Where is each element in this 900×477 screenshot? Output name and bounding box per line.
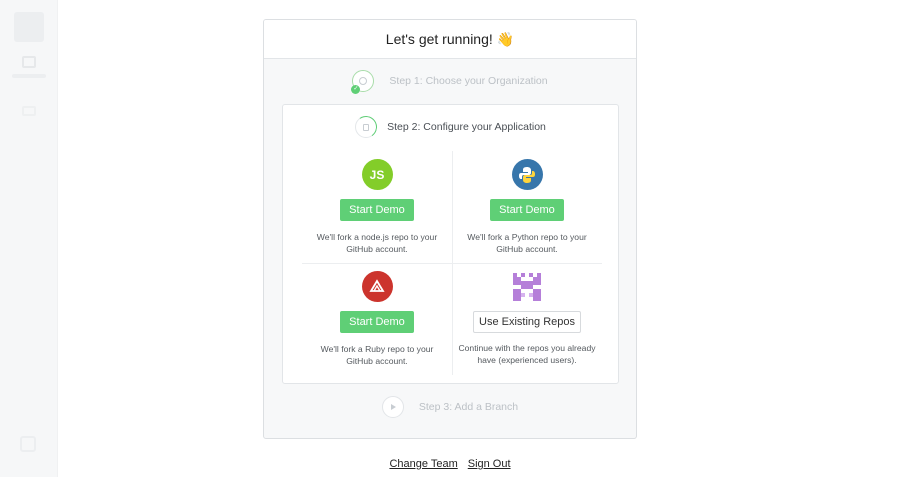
step-1-indicator: ✓	[351, 70, 375, 94]
sidebar-item-icon	[22, 106, 36, 116]
app-sidebar	[0, 0, 58, 477]
check-icon: ✓	[351, 85, 361, 94]
change-team-link[interactable]: Change Team	[389, 458, 457, 470]
footer-links: Change Team Sign Out	[0, 458, 900, 470]
start-demo-nodejs-button[interactable]: Start Demo	[340, 199, 414, 221]
step-2-card: Step 2: Configure your Application JS St…	[282, 104, 619, 384]
option-description: We'll fork a Ruby repo to your GitHub ac…	[320, 344, 434, 366]
waving-hand-icon: 👋	[496, 30, 515, 47]
step-3-indicator	[381, 396, 404, 418]
option-description: We'll fork a node.js repo to your GitHub…	[316, 232, 438, 254]
option-python: Start Demo We'll fork a Python repo to y…	[452, 151, 602, 263]
sidebar-item-dashboard	[10, 50, 48, 86]
repos-pixel-icon	[513, 273, 541, 301]
option-nodejs: JS Start Demo We'll fork a node.js repo …	[302, 151, 452, 263]
sign-out-link[interactable]: Sign Out	[468, 458, 511, 470]
nodejs-icon: JS	[361, 159, 393, 190]
start-demo-ruby-button[interactable]: Start Demo	[340, 311, 414, 333]
step-2: Step 2: Configure your Application	[283, 113, 618, 140]
step-1-label: Step 1: Choose your Organization	[389, 75, 548, 87]
option-ruby: Start Demo We'll fork a Ruby repo to you…	[302, 263, 452, 375]
organization-icon	[359, 77, 368, 85]
python-icon	[511, 159, 543, 190]
progress-arc	[352, 113, 379, 140]
step-3: Step 3: Add a Branch	[264, 396, 636, 418]
option-existing-repos: Use Existing Repos Continue with the rep…	[452, 263, 602, 375]
step-2-indicator	[352, 113, 379, 140]
option-description: Continue with the repos you already have…	[458, 343, 596, 365]
start-demo-python-button[interactable]: Start Demo	[490, 199, 564, 221]
sidebar-bottom-icon	[20, 436, 36, 452]
ruby-icon	[361, 271, 393, 302]
option-description: We'll fork a Python repo to your GitHub …	[467, 232, 587, 254]
modal-header: Let's get running! 👋	[264, 20, 636, 59]
modal-title: Let's get running!	[385, 31, 493, 47]
app-logo	[14, 12, 44, 42]
play-icon	[391, 404, 397, 410]
step-3-label: Step 3: Add a Branch	[418, 401, 519, 413]
use-existing-repos-button[interactable]: Use Existing Repos	[473, 311, 581, 333]
step-1[interactable]: ✓ Step 1: Choose your Organization	[264, 70, 636, 94]
step-2-label: Step 2: Configure your Application	[387, 121, 546, 133]
option-grid: JS Start Demo We'll fork a node.js repo …	[302, 151, 602, 375]
onboarding-modal: Let's get running! 👋 ✓ Step 1: Choose yo…	[263, 19, 637, 439]
